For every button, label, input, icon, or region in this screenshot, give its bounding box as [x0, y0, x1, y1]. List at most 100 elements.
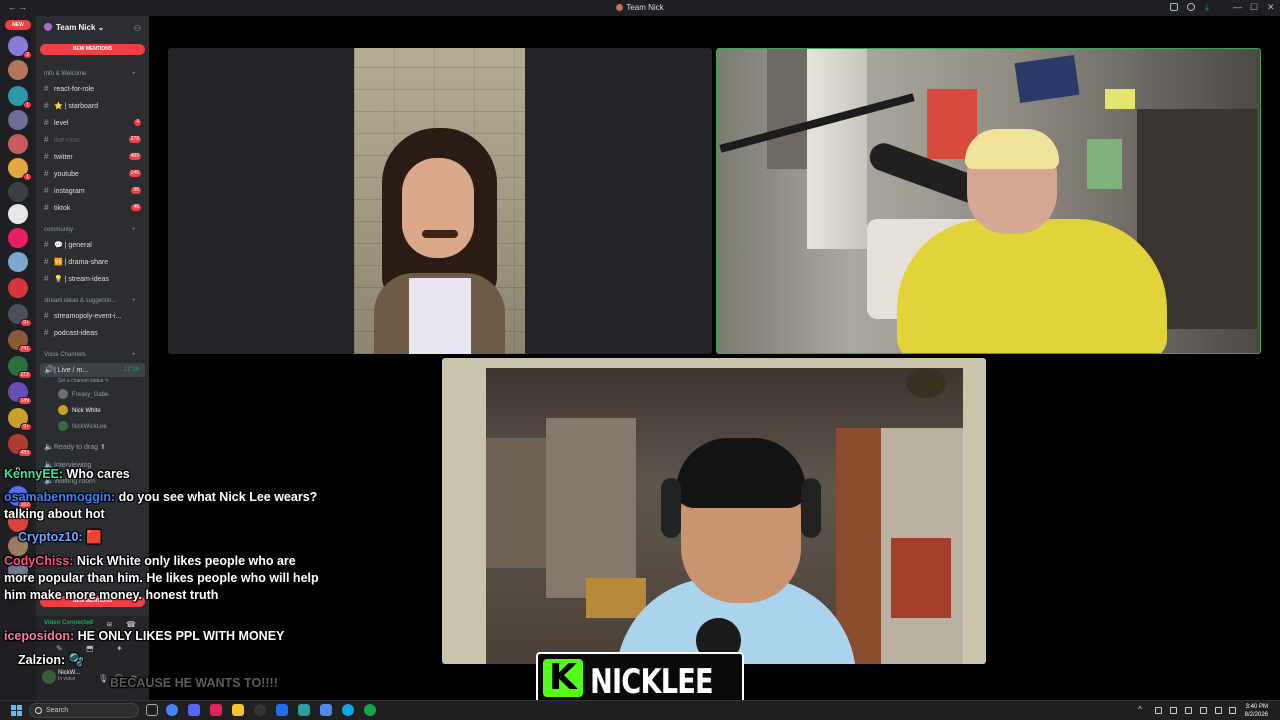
video-tile-nick-white[interactable] [716, 48, 1261, 354]
channel-item[interactable]: # ⭐ | starboard [40, 99, 145, 113]
chat-username: iceposidon: [4, 629, 75, 643]
window-titlebar: ← → Team Nick ⤓ — ☐ ✕ [0, 0, 1280, 16]
channel-item[interactable]: # podcast-ideas [40, 326, 145, 340]
speaker-icon: 🔊 [44, 365, 54, 374]
app-icon[interactable] [298, 704, 310, 716]
server-icon[interactable]: 2 [8, 36, 32, 59]
channel-item[interactable]: # 💡 | stream-ideas [40, 272, 145, 286]
server-icon[interactable]: 483 [8, 434, 32, 457]
task-view-icon[interactable] [146, 704, 158, 716]
app-icon[interactable] [364, 704, 376, 716]
network-icon[interactable] [1200, 707, 1207, 714]
server-icon[interactable] [8, 110, 28, 130]
server-icon[interactable] [8, 278, 28, 298]
file-explorer-icon[interactable] [232, 704, 244, 716]
channel-item[interactable]: # live-now 278 [40, 133, 145, 147]
video-connected-status: Video Connected [44, 620, 93, 626]
hashtag-icon: # [44, 257, 49, 266]
app-icon[interactable] [210, 704, 222, 716]
chrome-icon[interactable] [166, 704, 178, 716]
inbox-icon[interactable] [1170, 3, 1178, 11]
chevron-up-icon[interactable]: ^ [1138, 705, 1142, 714]
avatar [58, 421, 68, 431]
server-icon[interactable] [8, 134, 28, 154]
add-channel-icon[interactable]: + [132, 298, 136, 304]
channel-item[interactable]: # react-for-role [40, 82, 145, 96]
unread-count: 489 [128, 153, 141, 160]
category-community[interactable]: community + [44, 227, 136, 233]
channel-item[interactable]: # 💬 | general [40, 238, 145, 252]
microphone-icon[interactable]: 🎙 [98, 674, 108, 683]
new-mentions-banner[interactable]: NEW MENTIONS [40, 44, 145, 55]
hashtag-icon: # [44, 84, 49, 93]
add-channel-icon[interactable]: + [132, 71, 136, 77]
channel-item[interactable]: # 🆚 | drama-share [40, 255, 145, 269]
server-icon[interactable]: 9+ [8, 304, 32, 327]
voice-user[interactable]: Nick White [58, 405, 101, 417]
channel-item[interactable]: # instagram 96 [40, 184, 145, 198]
voice-user[interactable]: NickWickLee [58, 421, 107, 433]
taskbar-search[interactable]: Search [29, 703, 139, 718]
add-member-icon[interactable]: ⚇ [134, 24, 141, 33]
download-icon[interactable]: ⤓ [1205, 2, 1209, 13]
hashtag-icon: # [44, 274, 49, 283]
server-icon[interactable]: 9+ [8, 408, 32, 431]
obs-icon[interactable] [254, 704, 266, 716]
voice-user[interactable]: Freaky_Gabe. [58, 389, 110, 401]
taskbar-clock[interactable]: 3:40 PM 8/2/2026 [1245, 703, 1268, 719]
search-icon [35, 707, 42, 714]
guild-name[interactable]: Team Nick ⌄ [44, 23, 104, 32]
server-icon[interactable] [8, 252, 28, 272]
new-badge[interactable]: NEW [5, 20, 31, 30]
tray-icon[interactable] [1170, 707, 1177, 714]
channel-status-hint[interactable]: Set a channel status ✎ [58, 375, 109, 387]
tray-icon[interactable] [1185, 707, 1192, 714]
voice-channel[interactable]: 🔈Ready to drag ⬆ [40, 440, 145, 454]
date: 8/2/2026 [1244, 712, 1268, 718]
maximize-icon[interactable]: ☐ [1250, 2, 1258, 13]
server-icon[interactable] [8, 204, 28, 224]
chat-message: Cryptoz10: 🟥 [18, 529, 338, 546]
hashtag-icon: # [44, 135, 49, 144]
server-icon[interactable]: 149 [8, 382, 32, 405]
windows-start-icon[interactable] [11, 705, 22, 716]
tray-icon[interactable] [1155, 707, 1162, 714]
category-info[interactable]: Info & Welcome + [44, 71, 136, 77]
edge-icon[interactable] [342, 704, 354, 716]
server-icon[interactable] [8, 182, 28, 202]
server-icon[interactable] [8, 228, 28, 248]
add-channel-icon[interactable]: + [132, 352, 136, 358]
window-title: Team Nick [0, 3, 1280, 12]
app-icon[interactable] [276, 704, 288, 716]
volume-icon[interactable] [1215, 707, 1222, 714]
server-icon[interactable]: 1 [8, 86, 32, 109]
category-stream-ideas[interactable]: stream ideas & suggestio... + [44, 298, 136, 304]
server-icon[interactable]: 1 [8, 158, 32, 181]
guild-icon [44, 23, 52, 31]
hashtag-icon: # [44, 152, 49, 161]
chat-text: BECAUSE HE WANTS TO!!!! [110, 676, 278, 690]
battery-icon[interactable] [1229, 707, 1236, 714]
category-voice[interactable]: Voice Channels + [44, 352, 136, 358]
server-icon[interactable]: 212 [8, 356, 32, 379]
video-tile-freaky-gabe[interactable] [168, 48, 712, 354]
app-icon[interactable] [320, 704, 332, 716]
discord-icon[interactable] [188, 704, 200, 716]
user-avatar[interactable] [42, 670, 56, 684]
server-icon[interactable]: 741 [8, 330, 32, 353]
server-icon[interactable] [8, 60, 28, 80]
minimize-icon[interactable]: — [1233, 2, 1242, 12]
chat-message: iceposidon: HE ONLY LIKES PPL WITH MONEY [4, 628, 324, 645]
channel-item[interactable]: # level 4 [40, 116, 145, 130]
channel-item[interactable]: # twitter 489 [40, 150, 145, 164]
video-tile-nickwicklee[interactable] [442, 358, 986, 664]
unread-count: 4 [134, 119, 141, 126]
channel-item[interactable]: # youtube 146 [40, 167, 145, 181]
user-name[interactable]: NickW... In voice [58, 670, 80, 682]
channel-item[interactable]: # tiktok 46 [40, 201, 145, 215]
channel-item[interactable]: # streamopoly-event-i... [40, 309, 145, 323]
close-icon[interactable]: ✕ [1267, 2, 1275, 13]
add-channel-icon[interactable]: + [132, 227, 136, 233]
help-icon[interactable] [1187, 3, 1195, 11]
chat-message: osamabenmoggin: do you see what Nick Lee… [4, 489, 324, 523]
